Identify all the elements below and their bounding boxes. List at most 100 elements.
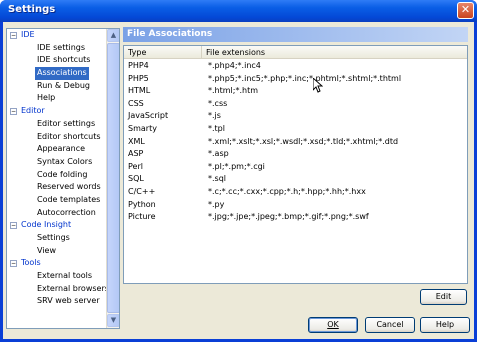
tree-category-label: IDE — [21, 30, 35, 39]
table-row[interactable]: Picture *.jpg;*.jpe;*.jpeg;*.bmp;*.gif;*.… — [124, 211, 467, 224]
tree-item[interactable]: View — [7, 245, 107, 258]
tree-item[interactable]: Autocorrection — [7, 207, 107, 220]
cell-type: Picture — [128, 212, 156, 222]
tree-category-label: Code Insight — [21, 220, 72, 230]
cell-extensions: *.tpl — [208, 123, 225, 133]
cell-type: PHP5 — [128, 73, 149, 83]
associations-list[interactable]: Type File extensions PHP4 *.php4;*.inc4 PH… — [123, 45, 468, 284]
panel-title: File Associations — [123, 27, 468, 42]
tree-item-label: Code templates — [37, 194, 101, 204]
scroll-down-button[interactable]: ▼ — [107, 314, 119, 327]
help-button[interactable]: Help — [420, 317, 470, 333]
tree-item-label: Associations — [35, 67, 89, 80]
tree-category-label: Editor — [21, 106, 45, 116]
collapse-icon[interactable]: − — [10, 260, 17, 268]
table-row[interactable]: Perl *.pl;*.pm;*.cgi — [124, 161, 467, 174]
cancel-label: Cancel — [376, 320, 404, 329]
ok-label: OK — [327, 320, 339, 329]
tree-item[interactable]: External tools — [7, 270, 107, 283]
tree-item-label: External tools — [37, 271, 93, 281]
table-row[interactable]: JavaScript *.js — [124, 110, 467, 123]
edit-button[interactable]: Edit — [420, 289, 467, 305]
tree-item[interactable]: Code templates — [7, 194, 107, 207]
tree-item[interactable]: Appearance — [7, 143, 107, 156]
cell-extensions: *.php5;*.inc5;*.php;*.inc;*.phtml;*.shtm… — [208, 73, 402, 83]
table-row[interactable]: PHP5 *.php5;*.inc5;*.php;*.inc;*.phtml;*.… — [124, 73, 467, 86]
tree-item-label: External browsers — [37, 283, 109, 293]
mouse-cursor-icon — [313, 78, 323, 93]
close-button[interactable]: ✕ — [457, 2, 474, 19]
help-label: Help — [435, 320, 455, 329]
cell-type: HTML — [128, 86, 151, 96]
cell-extensions: *.pl;*.pm;*.cgi — [208, 161, 265, 171]
tree-scrollbar[interactable]: ▲ ▼ — [106, 29, 119, 328]
cell-type: ASP — [128, 149, 144, 159]
tree-category[interactable]: − Code Insight — [7, 219, 107, 232]
list-header: Type File extensions — [124, 46, 467, 59]
tree-item[interactable]: Editor settings — [7, 118, 107, 131]
cell-extensions: *.js — [208, 111, 221, 121]
tree-list: − IDE IDE settings IDE shortcuts Association… — [7, 29, 109, 308]
cell-extensions: *.asp — [208, 149, 229, 159]
collapse-icon[interactable]: − — [10, 108, 17, 116]
cell-extensions: *.xml;*.xslt;*.xsl;*.wsdl;*.xsd;*.tld;*.… — [208, 136, 399, 146]
title-bar: Settings ✕ — [0, 0, 477, 22]
table-row[interactable]: HTML *.html;*.htm — [124, 85, 467, 98]
tree-item-label: Appearance — [37, 144, 86, 154]
tree-category-label: Tools — [21, 258, 41, 268]
tree-item[interactable]: IDE settings — [7, 42, 107, 55]
tree-item-label: Syntax Colors — [37, 156, 93, 166]
cell-type: JavaScript — [128, 111, 169, 121]
collapse-icon[interactable]: − — [10, 222, 17, 230]
cell-extensions: *.py — [208, 199, 225, 209]
table-row[interactable]: SQL *.sql — [124, 173, 467, 186]
tree-item[interactable]: Help — [7, 92, 107, 105]
tree-item-label: Autocorrection — [37, 207, 96, 217]
tree-item-label: Help — [37, 93, 56, 103]
tree-category[interactable]: − IDE — [7, 29, 107, 42]
tree-item[interactable]: Syntax Colors — [7, 156, 107, 169]
cell-type: CSS — [128, 98, 144, 108]
cell-type: Python — [128, 199, 156, 209]
tree-item-label: Settings — [37, 233, 70, 242]
table-row[interactable]: XML *.xml;*.xslt;*.xsl;*.wsdl;*.xsd;*.tld… — [124, 136, 467, 149]
table-row[interactable]: ASP *.asp — [124, 148, 467, 161]
table-row[interactable]: Smarty *.tpl — [124, 123, 467, 136]
tree-item[interactable]: External browsers — [7, 283, 109, 296]
cell-extensions: *.c;*.cc;*.cxx;*.cpp;*.h;*.hpp;*.hh;*.hx… — [208, 186, 366, 196]
table-row[interactable]: C/C++ *.c;*.cc;*.cxx;*.cpp;*.h;*.hpp;*.hh… — [124, 186, 467, 199]
tree-item-label: Run & Debug — [37, 80, 90, 90]
ok-button[interactable]: OK — [308, 317, 358, 333]
cell-extensions: *.css — [208, 98, 228, 108]
tree-item[interactable]: Run & Debug — [7, 80, 107, 93]
collapse-icon[interactable]: − — [10, 32, 17, 39]
tree-item-label: Reserved words — [37, 182, 101, 192]
table-row[interactable]: PHP4 *.php4;*.inc4 — [124, 60, 467, 73]
tree-item[interactable]: Associations — [7, 67, 107, 80]
tree-item[interactable]: IDE shortcuts — [7, 54, 107, 67]
tree-item[interactable]: Reserved words — [7, 181, 107, 194]
scroll-thumb[interactable] — [107, 43, 119, 313]
tree-item[interactable]: Editor shortcuts — [7, 131, 107, 144]
tree-item[interactable]: Settings — [7, 232, 107, 245]
cell-type: C/C++ — [128, 186, 156, 196]
scroll-up-button[interactable]: ▲ — [107, 29, 119, 42]
tree-item-label: IDE settings — [37, 42, 86, 52]
tree-item[interactable]: Code folding — [7, 169, 107, 182]
column-header-type[interactable]: Type — [124, 46, 202, 59]
tree-item[interactable]: SRV web server — [7, 295, 107, 308]
table-row[interactable]: CSS *.css — [124, 98, 467, 111]
tree-item-label: View — [37, 245, 56, 255]
cell-extensions: *.php4;*.inc4 — [208, 61, 261, 70]
column-header-extensions[interactable]: File extensions — [202, 46, 467, 59]
cell-type: Smarty — [128, 123, 157, 133]
tree-category[interactable]: − Editor — [7, 105, 107, 118]
cell-type: SQL — [128, 174, 144, 184]
tree-item-label: Editor settings — [37, 118, 96, 128]
settings-window: Settings ✕ − IDE IDE settings IDE shortcuts… — [0, 0, 477, 342]
settings-tree[interactable]: − IDE IDE settings IDE shortcuts Association… — [6, 28, 120, 329]
table-row[interactable]: Python *.py — [124, 199, 467, 212]
close-icon: ✕ — [460, 3, 471, 16]
tree-category[interactable]: − Tools — [7, 257, 107, 270]
cancel-button[interactable]: Cancel — [365, 317, 415, 333]
